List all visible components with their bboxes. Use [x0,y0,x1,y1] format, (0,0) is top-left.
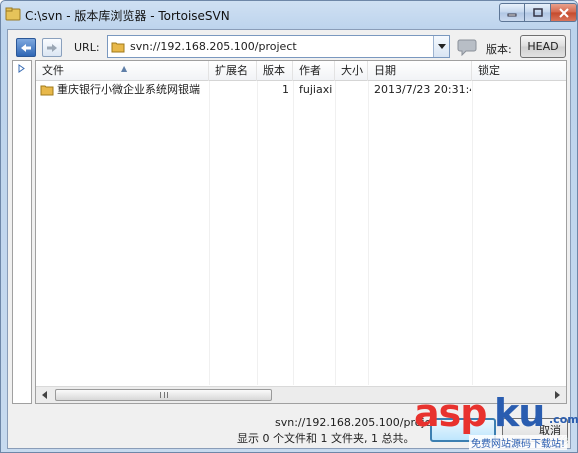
cell-revision: 1 [282,83,289,96]
url-dropdown-button[interactable] [433,36,449,57]
column-divider [335,81,336,385]
tortoisesvn-icon [5,7,21,21]
sort-asc-icon: ▲ [121,64,128,73]
log-icon[interactable] [457,38,477,56]
chevron-down-icon [437,44,446,49]
watermark-brand-c: .com [549,413,578,426]
back-button[interactable] [16,38,36,57]
column-divider [209,81,210,385]
column-header-date[interactable]: 日期 [368,61,472,81]
url-input[interactable]: svn://192.168.205.100/project [130,40,297,53]
arrow-left-icon [21,43,31,52]
url-label: URL: [74,41,100,54]
watermark-tagline: 免费网站源码下载站! [469,435,568,450]
file-list[interactable]: 文件 ▲ 扩展名 版本 作者 大小 日期 锁定 重庆银行小微企业系统网银端 1 … [35,60,567,404]
column-header-revision[interactable]: 版本 [257,61,293,81]
minimize-icon [507,13,517,16]
tree-pane[interactable] [12,60,32,404]
cell-size [338,81,366,99]
folder-icon [40,85,54,96]
column-label: 大小 [341,64,363,77]
column-header-extension[interactable]: 扩展名 [209,61,257,81]
revision-button[interactable]: HEAD [520,35,566,58]
watermark-brand-a: asp [414,391,487,435]
watermark-brand-b: ku [494,391,545,435]
column-divider [257,81,258,385]
cell-author: fujiaxi [299,83,333,96]
column-header-lock[interactable]: 锁定 [472,61,566,81]
maximize-button[interactable] [525,3,551,22]
column-label: 日期 [374,64,396,77]
column-label: 扩展名 [215,64,248,77]
minimize-button[interactable] [499,3,525,22]
title-bar: C:\svn - 版本库浏览器 - TortoiseSVN [1,1,577,29]
toolbar: URL: svn://192.168.205.100/project 版本: H… [8,30,570,64]
column-label: 版本 [263,64,285,77]
cell-extension [212,81,256,99]
watermark-logo: asp ku .com 免费网站源码下载站! [414,391,578,453]
close-icon [558,7,569,18]
column-divider [293,81,294,385]
column-divider [472,81,473,385]
close-button[interactable] [551,3,577,22]
column-header-author[interactable]: 作者 [293,61,335,81]
column-header-size[interactable]: 大小 [335,61,368,81]
cell-lock [478,81,566,99]
chevron-left-icon [42,391,47,399]
folder-icon [111,42,125,52]
column-header-file[interactable]: 文件 ▲ [36,61,209,81]
column-divider [368,81,369,385]
scrollbar-thumb[interactable] [55,389,272,401]
column-label: 锁定 [478,64,500,77]
repo-browser-client: URL: svn://192.168.205.100/project 版本: H… [7,29,571,449]
chevron-right-icon[interactable] [17,64,26,73]
scroll-left-button[interactable] [36,387,53,403]
list-header: 文件 ▲ 扩展名 版本 作者 大小 日期 锁定 [36,61,566,81]
forward-button[interactable] [42,38,62,57]
app-window: C:\svn - 版本库浏览器 - TortoiseSVN URL: svn:/… [0,0,578,453]
maximize-icon [532,8,543,17]
cell-name: 重庆银行小微企业系统网银端 [40,81,208,99]
column-label: 文件 [42,64,64,77]
status-count: 显示 0 个文件和 1 文件夹, 1 总共。 [237,432,415,445]
column-label: 作者 [299,64,321,77]
grip-icon [159,392,168,398]
arrow-right-icon [47,43,57,52]
folder-name: 重庆银行小微企业系统网银端 [57,83,200,96]
cell-date: 2013/7/23 20:31:43 [374,83,471,96]
window-title: C:\svn - 版本库浏览器 - TortoiseSVN [25,9,230,23]
table-row[interactable]: 重庆银行小微企业系统网银端 1 fujiaxi 2013/7/23 20:31:… [36,81,566,99]
revision-label: 版本: [486,43,512,56]
url-combobox[interactable]: svn://192.168.205.100/project [107,35,450,58]
